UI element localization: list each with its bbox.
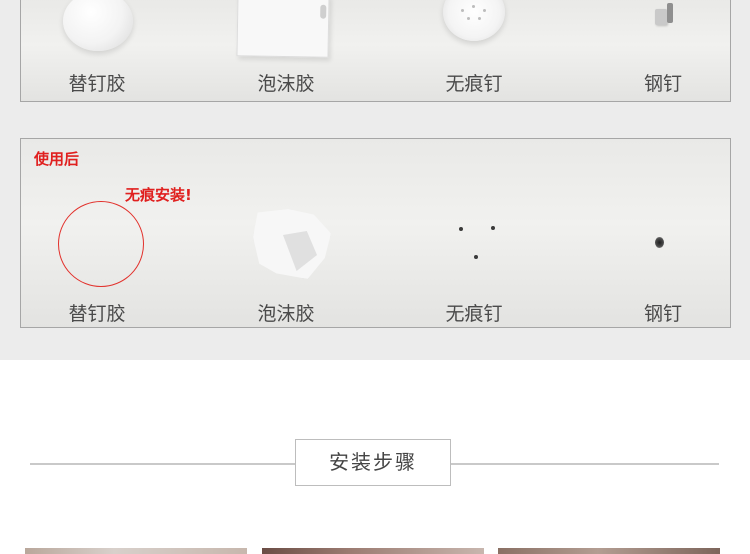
comparison-band: 替钉胶 泡沫胶 无痕钉 钢钉 使用后 无痕安装! 替钉胶 泡沫胶 无痕钉 钢钉 xyxy=(0,0,750,360)
steps-heading-box: 安装步骤 xyxy=(295,439,451,486)
step-photo xyxy=(25,548,247,554)
steps-heading: 安装步骤 xyxy=(329,450,417,474)
product-label: 泡沫胶 xyxy=(257,303,315,325)
before-panel: 替钉胶 泡沫胶 无痕钉 钢钉 xyxy=(20,0,731,102)
hook-plate-icon xyxy=(655,9,667,25)
disc-hole-icon xyxy=(483,9,486,12)
divider-line xyxy=(451,463,719,465)
after-use-tag: 使用后 xyxy=(34,150,80,168)
traceless-nail-image xyxy=(443,0,505,41)
step-photo xyxy=(262,548,484,554)
pin-hole-icon xyxy=(491,226,495,230)
disc-hole-icon xyxy=(461,9,464,12)
product-label: 无痕钉 xyxy=(445,73,503,95)
product-label: 钢钉 xyxy=(643,73,682,95)
pin-hole-icon xyxy=(459,227,463,231)
nail-free-glue-image xyxy=(63,0,133,51)
highlight-circle xyxy=(58,201,144,287)
product-label: 钢钉 xyxy=(643,303,682,325)
product-label: 替钉胶 xyxy=(68,303,126,325)
divider-line xyxy=(30,463,296,465)
step-photo xyxy=(498,548,720,554)
product-label: 无痕钉 xyxy=(445,303,503,325)
traceless-note: 无痕安装! xyxy=(125,186,192,204)
foam-hook-icon xyxy=(320,4,327,19)
disc-hole-icon xyxy=(472,5,475,8)
product-label: 替钉胶 xyxy=(68,73,126,95)
disc-hole-icon xyxy=(467,17,470,20)
hook-pin-icon xyxy=(667,3,673,23)
disc-hole-icon xyxy=(478,17,481,20)
product-label: 泡沫胶 xyxy=(257,73,315,95)
pin-hole-icon xyxy=(474,255,478,259)
foam-tape-image xyxy=(236,0,330,58)
nail-hole-icon xyxy=(655,237,664,248)
steel-nail-hook-image xyxy=(651,3,677,29)
after-panel: 使用后 无痕安装! 替钉胶 泡沫胶 无痕钉 钢钉 xyxy=(20,138,731,328)
